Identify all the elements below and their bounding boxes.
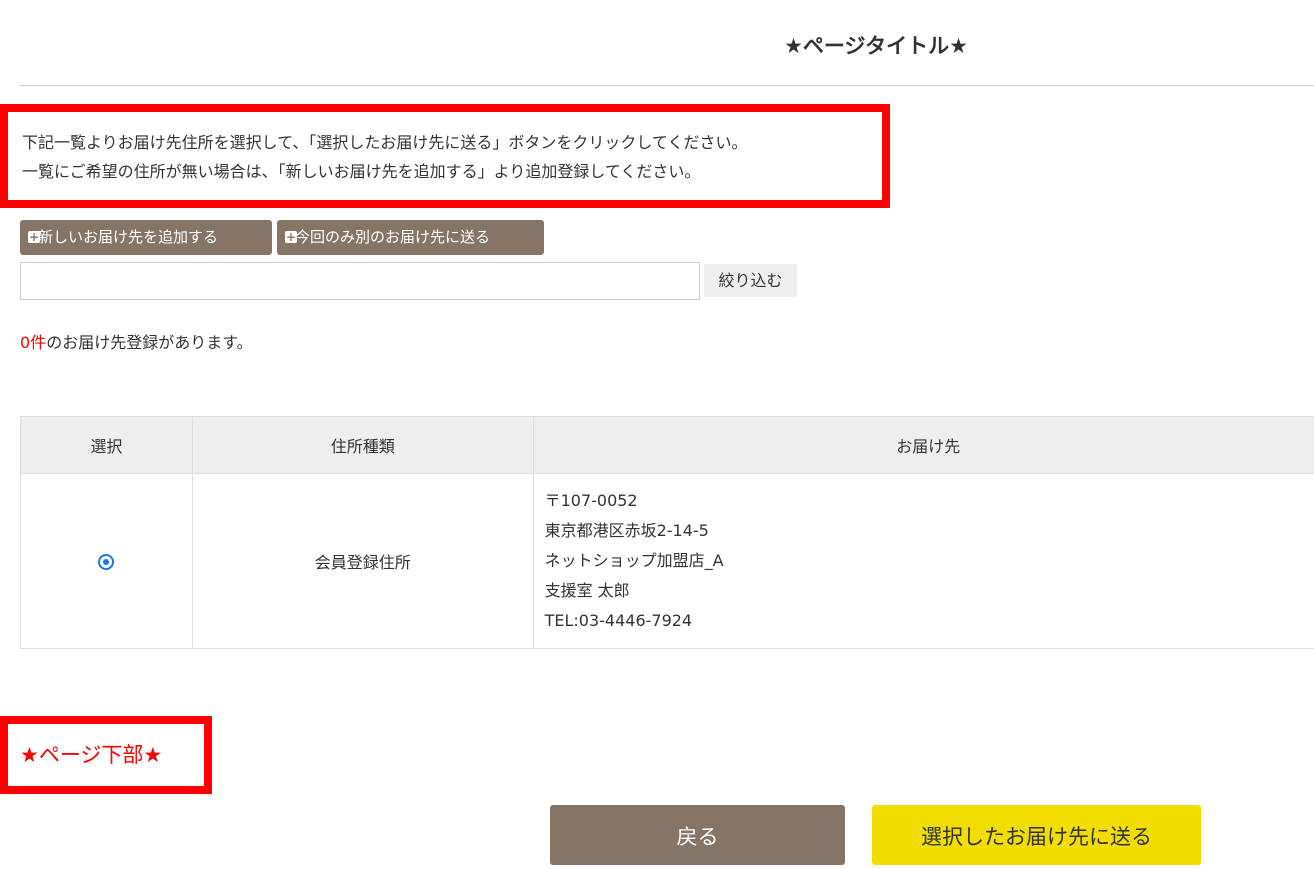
filter-input[interactable] bbox=[20, 262, 700, 300]
table-row[interactable]: 会員登録住所 〒107-0052 東京都港区赤坂2-14-5 ネットショップ加盟… bbox=[21, 474, 1314, 649]
recipient-name: 支援室 太郎 bbox=[545, 576, 1314, 606]
column-header-select: 選択 bbox=[21, 417, 193, 474]
table-header-row: 選択 住所種類 お届け先 bbox=[21, 417, 1314, 474]
add-new-address-label: 新しいお届け先を追加する bbox=[38, 228, 218, 246]
instruction-line-1: 下記一覧よりお届け先住所を選択して、「選択したお届け先に送る」ボタンをクリックし… bbox=[22, 128, 882, 157]
address-radio-button[interactable] bbox=[98, 554, 114, 570]
plus-square-icon: + bbox=[28, 231, 40, 243]
instruction-line-2: 一覧にご希望の住所が無い場合は、「新しいお届け先を追加する」より追加登録してくだ… bbox=[22, 157, 882, 186]
send-once-label: 今回のみ別のお届け先に送る bbox=[295, 228, 490, 246]
column-header-address-type: 住所種類 bbox=[192, 417, 533, 474]
filter-button[interactable]: 絞り込む bbox=[704, 264, 797, 297]
registration-count-text: のお届け先登録があります。 bbox=[46, 333, 252, 352]
address-table: 選択 住所種類 お届け先 会員登録住所 〒107-0052 東京都港区赤坂2-1… bbox=[20, 416, 1314, 649]
postal-code: 〒107-0052 bbox=[545, 486, 1314, 516]
destination-cell: 〒107-0052 東京都港区赤坂2-14-5 ネットショップ加盟店_A 支援室… bbox=[533, 474, 1314, 649]
plus-square-icon: + bbox=[285, 231, 297, 243]
back-button[interactable]: 戻る bbox=[550, 805, 845, 865]
page-title: ★ページタイトル★ bbox=[0, 30, 1314, 60]
select-cell[interactable] bbox=[21, 474, 193, 649]
add-new-address-button[interactable]: + 新しいお届け先を追加する bbox=[20, 220, 272, 255]
send-to-other-address-once-button[interactable]: + 今回のみ別のお届け先に送る bbox=[277, 220, 544, 255]
instruction-box: 下記一覧よりお届け先住所を選択して、「選択したお届け先に送る」ボタンをクリックし… bbox=[0, 104, 890, 208]
phone-number: TEL:03-4446-7924 bbox=[545, 606, 1314, 636]
send-to-selected-button[interactable]: 選択したお届け先に送る bbox=[872, 805, 1201, 865]
column-header-destination: お届け先 bbox=[533, 417, 1314, 474]
street-address: 東京都港区赤坂2-14-5 bbox=[545, 516, 1314, 546]
company-name: ネットショップ加盟店_A bbox=[545, 546, 1314, 576]
title-divider bbox=[20, 85, 1314, 86]
registration-count: 0件のお届け先登録があります。 bbox=[20, 329, 253, 353]
registration-count-number: 0件 bbox=[20, 333, 46, 352]
page-bottom-note: ★ページ下部★ bbox=[0, 716, 212, 794]
address-type-cell: 会員登録住所 bbox=[192, 474, 533, 649]
